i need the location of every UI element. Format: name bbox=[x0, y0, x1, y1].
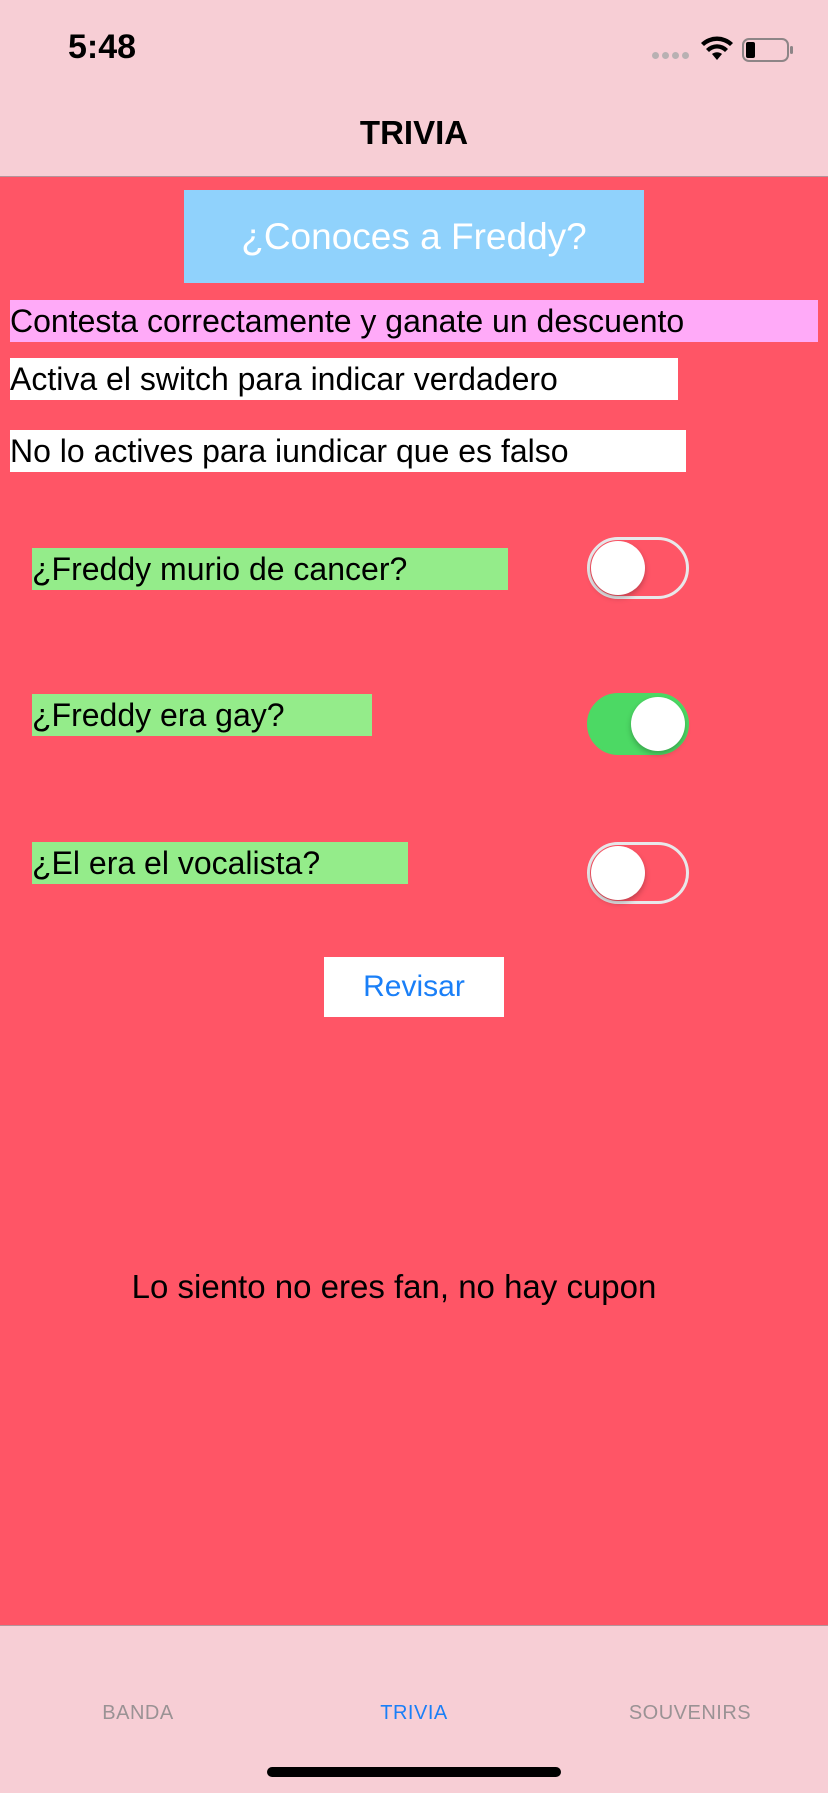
switch-knob bbox=[591, 846, 645, 900]
status-bar: 5:48 bbox=[0, 0, 828, 88]
review-button[interactable]: Revisar bbox=[324, 957, 504, 1017]
question-label-gay: ¿Freddy era gay? bbox=[32, 694, 372, 736]
question-switch-cancer[interactable] bbox=[587, 537, 689, 599]
question-switch-gay[interactable] bbox=[587, 693, 689, 755]
signal-icon bbox=[652, 52, 692, 62]
question-label-cancer: ¿Freddy murio de cancer? bbox=[32, 548, 508, 590]
instruction-true-label: Activa el switch para indicar verdadero bbox=[10, 358, 678, 400]
tab-trivia[interactable]: TRIVIA bbox=[276, 1702, 552, 1725]
instruction-false-label: No lo actives para iundicar que es falso bbox=[10, 430, 686, 472]
tab-bar: BANDA TRIVIA SOUVENIRS bbox=[0, 1625, 828, 1793]
battery-icon bbox=[742, 38, 793, 62]
result-message: Lo siento no eres fan, no hay cupon bbox=[131, 1268, 657, 1305]
navigation-bar: TRIVIA bbox=[0, 88, 828, 177]
switch-knob bbox=[631, 697, 685, 751]
subtitle-label: Contesta correctamente y ganate un descu… bbox=[10, 300, 818, 342]
status-time: 5:48 bbox=[68, 28, 137, 66]
title-banner: ¿Conoces a Freddy? bbox=[184, 190, 644, 283]
tab-souvenirs[interactable]: SOUVENIRS bbox=[552, 1702, 828, 1725]
tab-banda[interactable]: BANDA bbox=[0, 1702, 276, 1725]
question-switch-vocalist[interactable] bbox=[587, 842, 689, 904]
wifi-icon bbox=[701, 36, 733, 60]
switch-knob bbox=[591, 541, 645, 595]
home-indicator bbox=[267, 1767, 561, 1777]
page-title: TRIVIA bbox=[359, 114, 469, 151]
question-label-vocalist: ¿El era el vocalista? bbox=[32, 842, 408, 884]
